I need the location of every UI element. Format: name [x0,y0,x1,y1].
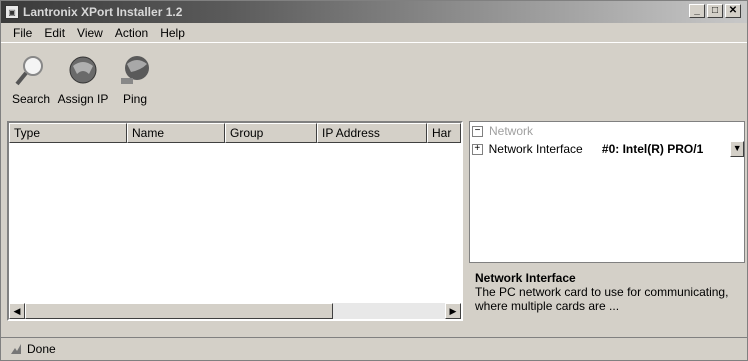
column-header-type[interactable]: Type [9,123,127,143]
property-row[interactable]: + Network Interface #0: Intel(R) PRO/1 ▼ [470,140,744,158]
search-label: Search [11,92,51,106]
status-bar: Done [1,337,747,360]
expand-icon[interactable]: + [472,143,483,155]
assign-ip-icon [63,50,103,90]
scroll-left-icon[interactable]: ◀ [9,303,25,319]
device-list[interactable]: Type Name Group IP Address Har ◀ ▶ [7,121,463,321]
collapse-icon[interactable]: − [472,125,483,137]
minimize-button[interactable]: _ [689,4,705,18]
property-category[interactable]: − Network [470,122,744,140]
assign-ip-label: Assign IP [57,92,109,106]
restore-button[interactable]: □ [707,4,723,18]
property-grid: − Network + Network Interface #0: Intel(… [469,121,745,263]
search-icon [11,50,51,90]
ping-label: Ping [122,92,148,106]
menu-bar: File Edit View Action Help [1,23,747,43]
column-header-ip-address[interactable]: IP Address [317,123,427,143]
app-window: ▣ Lantronix XPort Installer 1.2 _ □ ✕ Fi… [0,0,748,361]
column-header-group[interactable]: Group [225,123,317,143]
menu-file[interactable]: File [7,26,38,40]
column-header-name[interactable]: Name [127,123,225,143]
property-category-label: Network [489,124,534,138]
menu-help[interactable]: Help [154,26,191,40]
window-title: Lantronix XPort Installer 1.2 [23,5,183,19]
ping-icon [115,50,155,90]
app-icon: ▣ [5,5,19,19]
menu-view[interactable]: View [71,26,109,40]
property-name: Network Interface [488,142,583,156]
column-header-hardware[interactable]: Har [427,123,461,143]
menu-action[interactable]: Action [109,26,154,40]
property-description: Network Interface The PC network card to… [469,267,745,323]
menu-edit[interactable]: Edit [38,26,71,40]
search-button[interactable]: Search [7,50,55,106]
horizontal-scrollbar[interactable]: ◀ ▶ [9,303,461,319]
title-bar[interactable]: ▣ Lantronix XPort Installer 1.2 _ □ ✕ [1,1,747,23]
scroll-thumb[interactable] [25,303,333,319]
status-text: Done [27,342,56,356]
toolbar: Search Assign IP Ping [1,44,747,120]
property-value-select[interactable]: #0: Intel(R) PRO/1 [602,142,731,156]
list-header-row: Type Name Group IP Address Har [9,123,461,143]
description-title: Network Interface [475,271,576,285]
close-button[interactable]: ✕ [725,4,741,18]
scroll-right-icon[interactable]: ▶ [445,303,461,319]
description-text: The PC network card to use for communica… [475,285,729,313]
chevron-down-icon[interactable]: ▼ [730,141,744,157]
status-icon [11,344,21,354]
ping-button[interactable]: Ping [111,50,159,106]
window-controls: _ □ ✕ [689,4,741,18]
assign-ip-button[interactable]: Assign IP [57,50,109,106]
